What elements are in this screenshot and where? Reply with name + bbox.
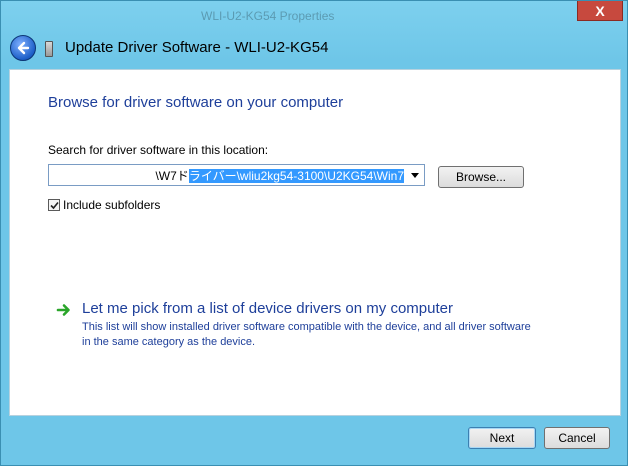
path-dropdown-button[interactable] <box>406 165 424 185</box>
content-panel: Browse for driver software on your compu… <box>9 69 621 416</box>
close-icon: X <box>595 2 605 19</box>
green-arrow-icon <box>56 304 70 316</box>
background-window-title: WLI-U2-KG54 Properties <box>201 9 335 23</box>
next-button-label: Next <box>489 431 515 445</box>
next-button[interactable]: Next <box>468 427 536 449</box>
include-subfolders-checkbox[interactable] <box>48 199 60 211</box>
include-subfolders-label: Include subfolders <box>63 198 161 212</box>
usb-device-icon <box>45 41 53 57</box>
close-button[interactable]: X <box>577 1 623 21</box>
back-button[interactable] <box>10 35 36 61</box>
update-driver-window: WLI-U2-KG54 Properties X Update Driver S… <box>0 0 628 466</box>
browse-button[interactable]: Browse... <box>438 166 524 188</box>
driver-path-combobox[interactable]: \W7ドライバー\wliu2kg54-3100\U2KG54\Win7 <box>48 164 425 186</box>
pick-from-list-option[interactable]: Let me pick from a list of device driver… <box>56 300 542 350</box>
page-heading: Browse for driver software on your compu… <box>48 94 344 111</box>
pick-option-title[interactable]: Let me pick from a list of device driver… <box>82 300 542 317</box>
pick-option-text: Let me pick from a list of device driver… <box>82 300 542 350</box>
checkmark-icon <box>49 201 59 209</box>
path-text-unselected: \W7ド <box>155 168 189 183</box>
cancel-button[interactable]: Cancel <box>544 427 610 449</box>
driver-path-input[interactable]: \W7ドライバー\wliu2kg54-3100\U2KG54\Win7 <box>49 167 406 184</box>
path-text-selected: ライバー\wliu2kg54-3100\U2KG54\Win7 <box>188 168 404 183</box>
browse-button-label: Browse... <box>455 170 506 184</box>
search-location-label: Search for driver software in this locat… <box>48 143 269 157</box>
include-subfolders-row[interactable]: Include subfolders <box>48 198 160 212</box>
back-arrow-icon <box>17 41 30 55</box>
chevron-down-icon <box>411 172 419 178</box>
pick-option-description: This list will show installed driver sof… <box>82 321 531 348</box>
window-title: Update Driver Software - WLI-U2-KG54 <box>65 39 329 56</box>
cancel-button-label: Cancel <box>558 431 596 445</box>
